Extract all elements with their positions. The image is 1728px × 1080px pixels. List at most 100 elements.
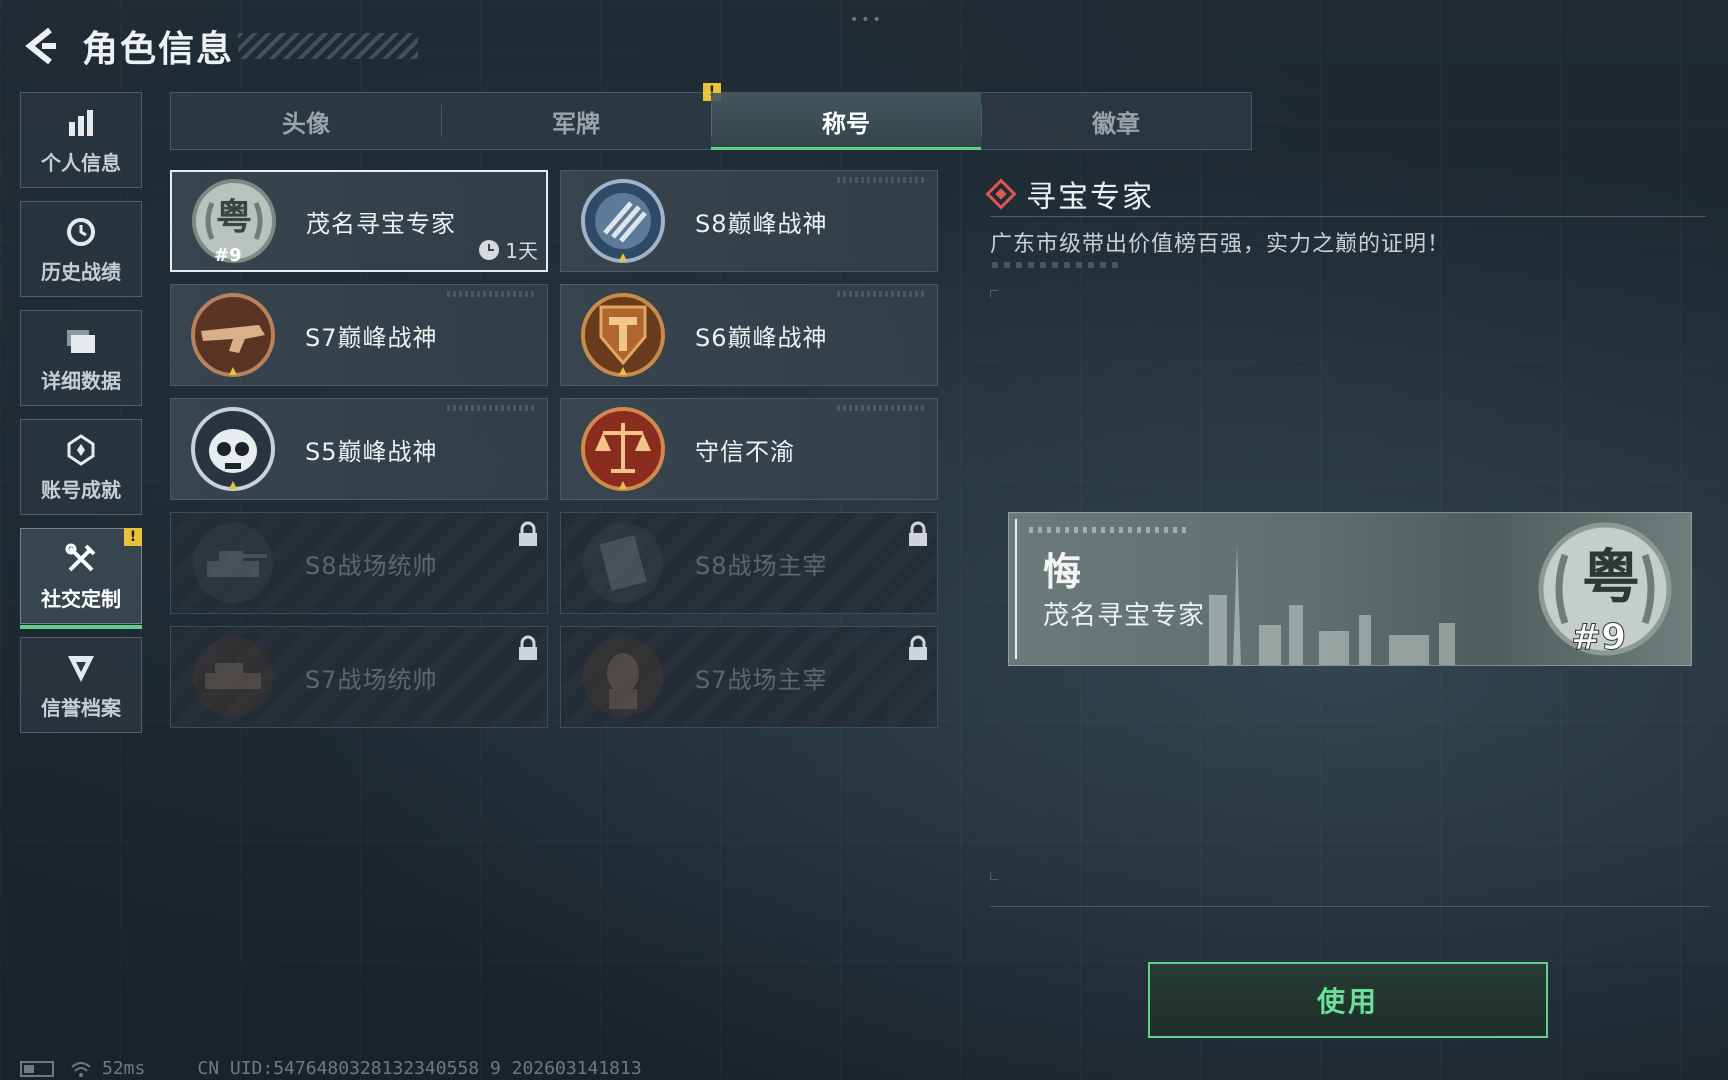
status-bar: 52ms CN UID:5476480328132340558 9 202603… — [20, 1058, 642, 1079]
svg-text:粤: 粤 — [216, 197, 252, 238]
card-decoration — [837, 177, 927, 183]
title-card-locked[interactable]: S8战场主宰 — [560, 512, 938, 614]
title-card-locked[interactable]: S7战场统帅 — [170, 626, 548, 728]
diamond-icon — [985, 178, 1017, 210]
page-header: 角色信息 — [18, 18, 419, 74]
detail-subtext-decoration — [992, 262, 1122, 268]
battery-icon — [20, 1060, 54, 1077]
banner-bracket — [1015, 519, 1027, 659]
guangdong-emblem-icon: 粤 #9 — [192, 179, 276, 265]
s7-rifle-emblem-icon — [191, 293, 275, 377]
tab-avatar[interactable]: 头像 — [171, 93, 441, 149]
drag-handle-dots: ••• — [850, 12, 884, 28]
s8-stripes-emblem-icon — [581, 179, 665, 263]
sidebar-item-social-custom[interactable]: ! 社交定制 — [20, 528, 142, 629]
bar-chart-icon — [63, 105, 99, 141]
use-button[interactable]: 使用 — [1148, 962, 1548, 1038]
card-decoration — [447, 291, 537, 297]
city-skyline-image — [1209, 545, 1455, 665]
title-card-locked[interactable]: S8战场统帅 — [170, 512, 548, 614]
lock-icon — [519, 635, 537, 660]
badge-rank-label: #9 — [214, 245, 242, 265]
card-decoration — [837, 405, 927, 411]
wifi-icon — [71, 1061, 91, 1077]
soldier-emblem-icon — [583, 637, 663, 717]
uid-text: CN UID:5476480328132340558 9 20260314181… — [197, 1058, 642, 1079]
divider — [990, 906, 1710, 907]
sidebar-item-label: 历史战绩 — [41, 259, 121, 284]
timer: 1天 — [479, 235, 538, 264]
tab-badge[interactable]: 徽章 — [981, 93, 1251, 149]
sidebar: 个人信息 历史战绩 详细数据 账号成就 ! 社交定制 信誉档案 — [20, 92, 144, 746]
tab-label: 军牌 — [552, 109, 600, 138]
scales-emblem-icon — [581, 407, 665, 491]
title-name: S7战场统帅 — [305, 665, 438, 694]
shield-icon — [63, 650, 99, 686]
tank-emblem-icon — [193, 523, 273, 603]
banner-rank-label: #9 — [1571, 617, 1626, 658]
guangdong-emblem-icon: 粤 #9 — [1538, 522, 1672, 659]
title-decoration — [238, 33, 419, 59]
title-name: S7巅峰战神 — [305, 323, 438, 352]
lock-icon — [519, 521, 537, 546]
building-emblem-icon — [583, 523, 663, 603]
sidebar-item-history[interactable]: 历史战绩 — [20, 201, 142, 297]
title-card[interactable]: S6巅峰战神 — [560, 284, 938, 386]
title-card[interactable]: S5巅峰战神 — [170, 398, 548, 500]
title-name: S7战场主宰 — [695, 665, 828, 694]
title-name: S8战场主宰 — [695, 551, 828, 580]
tab-label: 徽章 — [1092, 109, 1140, 138]
sidebar-item-personal-info[interactable]: 个人信息 — [20, 92, 142, 188]
clock-icon — [479, 239, 500, 260]
detail-description: 广东市级带出价值榜百强，实力之巅的证明！ — [990, 232, 1451, 257]
tools-icon — [63, 541, 99, 577]
banner-character: 悔 — [1043, 550, 1082, 594]
divider — [990, 216, 1706, 217]
sidebar-item-label: 详细数据 — [41, 368, 121, 393]
history-icon — [63, 214, 99, 250]
svg-text:粤: 粤 — [1582, 543, 1640, 611]
detail-title: 寻宝专家 — [1026, 180, 1154, 215]
title-name: S8巅峰战神 — [695, 209, 828, 238]
sidebar-item-label: 账号成就 — [41, 477, 121, 502]
tab-bar: 头像 军牌 ! 称号 徽章 — [170, 83, 1252, 150]
card-decoration — [837, 291, 927, 297]
banner-decoration — [1029, 527, 1189, 533]
back-button[interactable] — [18, 24, 62, 68]
tab-label: 头像 — [282, 109, 330, 138]
sidebar-item-detailed-data[interactable]: 详细数据 — [20, 310, 142, 406]
title-name: S6巅峰战神 — [695, 323, 828, 352]
detail-header: 寻宝专家 — [985, 172, 1154, 216]
title-name: 守信不渝 — [695, 437, 795, 466]
warning-badge: ! — [124, 528, 142, 546]
ping-value: 52ms — [102, 1058, 146, 1079]
title-card[interactable]: S8巅峰战神 — [560, 170, 938, 272]
title-card[interactable]: 守信不渝 — [560, 398, 938, 500]
lock-icon — [909, 521, 927, 546]
vehicle-emblem-icon — [193, 637, 273, 717]
back-arrow-icon — [25, 27, 56, 65]
banner-title-name: 茂名寻宝专家 — [1043, 601, 1206, 631]
folder-icon — [63, 323, 99, 359]
sidebar-item-achievements[interactable]: 账号成就 — [20, 419, 142, 515]
title-banner-preview: 悔 茂名寻宝专家 粤 #9 — [1008, 512, 1692, 666]
sidebar-item-label: 社交定制 — [41, 586, 121, 611]
sidebar-item-label: 信誉档案 — [41, 695, 121, 720]
lock-icon — [909, 635, 927, 660]
card-decoration — [447, 405, 537, 411]
title-card[interactable]: S7巅峰战神 — [170, 284, 548, 386]
page-title: 角色信息 — [82, 29, 235, 70]
achievement-icon — [63, 432, 99, 468]
title-card-locked[interactable]: S7战场主宰 — [560, 626, 938, 728]
timer-value: 1天 — [505, 239, 538, 263]
title-card[interactable]: 粤 #9 茂名寻宝专家 1天 — [170, 170, 548, 272]
title-name: 茂名寻宝专家 — [306, 209, 456, 238]
s6-t-shield-emblem-icon — [581, 293, 665, 377]
title-name: S5巅峰战神 — [305, 437, 438, 466]
tab-dog-tag[interactable]: 军牌 ! — [441, 83, 721, 149]
title-name: S8战场统帅 — [305, 551, 438, 580]
tab-title[interactable]: 称号 — [711, 93, 981, 150]
sidebar-item-label: 个人信息 — [41, 150, 121, 175]
sidebar-item-credit-file[interactable]: 信誉档案 — [20, 637, 142, 733]
s5-skull-emblem-icon — [191, 407, 275, 491]
